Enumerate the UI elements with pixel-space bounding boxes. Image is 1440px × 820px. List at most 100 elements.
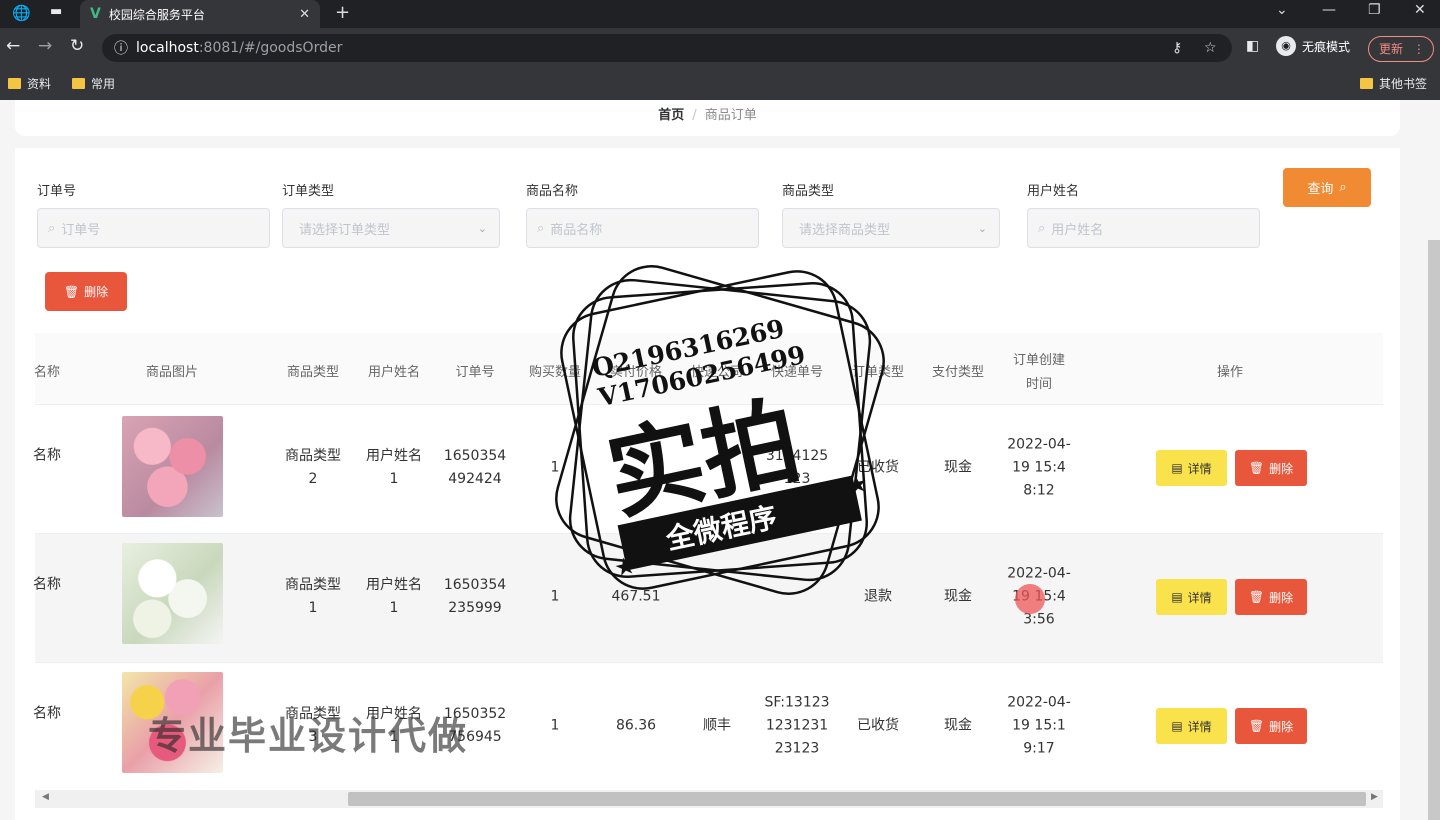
star-icon[interactable]: ☆ [1204,40,1217,56]
cell-order-no: 1650354235999 [443,577,507,616]
breadcrumb-separator: / [692,108,697,123]
incognito-indicator[interactable]: ◉ 无痕模式 [1276,36,1350,56]
doc-icon: ▤ [1171,719,1183,733]
cell-order-type: 已收货 [857,459,899,476]
close-window-icon[interactable]: ✕ [1414,2,1426,18]
folder-icon [72,78,85,89]
cell-created: 2022-04-19 15:48:12 [1007,436,1071,499]
tab-list-icon[interactable]: ▬ [50,4,62,19]
batch-delete-button[interactable]: 🗑 删除 [45,272,127,311]
order-no-placeholder: 订单号 [61,222,101,238]
bookmark-folder[interactable]: 常用 [72,75,115,92]
vertical-scrollbar[interactable] [1428,240,1440,820]
row-delete-button[interactable]: 🗑 删除 [1235,450,1307,486]
query-label: 查询 [1307,182,1334,197]
user-name-input[interactable]: ⌕ 用户姓名 [1027,208,1260,248]
th-user-name: 用户姓名 [367,365,421,380]
doc-icon: ▤ [1171,461,1183,475]
sidebar-icon[interactable]: ◧ [1246,38,1259,54]
cell-pay-type: 现金 [944,717,972,734]
cell-order-no: 1650352756945 [443,706,507,745]
cell-pay-type: 现金 [944,459,972,476]
th-express: 快递公司 [690,365,744,380]
horizontal-scroll-thumb[interactable] [348,792,1366,806]
bookmark-folder[interactable]: 资料 [8,75,51,92]
row-delete-label: 删除 [1269,590,1294,605]
row-delete-button[interactable]: 🗑 删除 [1235,579,1307,615]
back-icon[interactable]: ← [6,36,20,56]
order-no-label: 订单号 [37,184,77,199]
new-tab-icon[interactable]: + [335,2,350,23]
th-goods-type: 商品类型 [286,365,340,380]
th-name: 名称 [33,365,61,380]
order-type-select[interactable]: 请选择订单类型 ⌄ [282,208,500,248]
key-icon[interactable]: ⚷ [1172,40,1182,56]
browser-tab[interactable]: V 校园综合服务平台 ✕ [80,0,320,28]
other-bookmarks[interactable]: 其他书签 [1360,75,1427,92]
cell-tracking: 3124125123 [765,448,829,487]
detail-button[interactable]: ▤ 详情 [1156,450,1227,486]
cell-tracking: SF:13123123123123123 [764,694,830,757]
detail-button[interactable]: ▤ 详情 [1156,579,1227,615]
menu-dots-icon[interactable]: ⋮ [1413,42,1425,56]
scroll-left-icon[interactable]: ◀ [42,792,49,802]
incognito-label: 无痕模式 [1302,39,1351,54]
order-type-placeholder: 请选择订单类型 [299,222,391,238]
cell-qty: 1 [550,459,560,476]
bookmarks-bar: 资料 常用 其他书签 [0,68,1440,100]
detail-button[interactable]: ▤ 详情 [1156,708,1227,744]
breadcrumb-home[interactable]: 首页 [658,108,684,123]
goods-name-placeholder: 商品名称 [550,222,603,238]
cell-qty: 1 [550,588,560,605]
order-no-input[interactable]: ⌕ 订单号 [37,208,270,248]
th-pay-type: 支付类型 [931,365,985,380]
minimize-icon[interactable]: — [1322,2,1336,18]
bookmark-label: 常用 [91,77,116,91]
vue-logo-icon: V [90,6,101,22]
table-header: 名称 商品图片 商品类型 用户姓名 订单号 购买数量 实付价格 快递公司 快递单… [33,333,1383,405]
close-tab-icon[interactable]: ✕ [299,7,310,22]
reload-icon[interactable]: ↻ [70,36,84,56]
url-input[interactable]: ⓘ localhost:8081/#/goodsOrder ⚷ ☆ [102,34,1232,62]
cell-express: 顺丰 [703,717,731,734]
detail-label: 详情 [1187,590,1212,605]
order-type-label: 订单类型 [282,184,335,199]
cell-goods-type: 商品类型3 [285,706,341,745]
cell-price: 86.36 [615,717,657,734]
query-button[interactable]: 查询 ⌕ [1283,168,1371,207]
row-delete-button[interactable]: 🗑 删除 [1235,708,1307,744]
url-host: localhost [136,40,199,56]
trash-icon: 🗑 [1248,590,1265,604]
cell-qty: 1 [550,717,560,734]
goods-type-select[interactable]: 请选择商品类型 ⌄ [782,208,1000,248]
cell-user-name: 用户姓名1 [366,577,422,616]
forward-icon[interactable]: → [38,36,52,56]
trash-icon: 🗑 [1248,719,1265,733]
search-icon: ⌕ [537,220,545,236]
info-icon[interactable]: ⓘ [114,38,128,58]
restore-icon[interactable]: ❐ [1368,2,1381,18]
bookmark-label: 资料 [27,77,52,91]
url-path: :8081/#/goodsOrder [198,40,343,56]
th-order-no: 订单号 [455,365,495,380]
cell-name: 名称 [33,447,61,464]
table-row: 名称 商品类型1 用户姓名1 1650354235999 1 467.51 退款… [33,534,1383,663]
chevron-down-icon: ⌄ [477,221,487,235]
chevron-down-icon[interactable]: ⌄ [1276,2,1288,18]
update-button[interactable]: 更新 ⋮ [1368,36,1434,62]
cell-name: 名称 [33,576,61,593]
cell-goods-type: 商品类型2 [285,448,341,487]
goods-image [122,543,223,644]
globe-icon[interactable]: 🌐 [12,4,31,22]
search-icon: ⌕ [48,220,56,236]
cell-name: 名称 [33,705,61,722]
update-label: 更新 [1379,42,1404,56]
cell-user-name: 用户姓名1 [366,448,422,487]
scroll-right-icon[interactable]: ▶ [1371,792,1378,802]
cell-goods-type: 商品类型1 [285,577,341,616]
user-name-label: 用户姓名 [1027,184,1080,199]
other-bookmarks-label: 其他书签 [1379,77,1428,91]
cell-order-no: 1650354492424 [443,448,507,487]
trash-icon: 🗑 [1248,461,1265,475]
goods-name-input[interactable]: ⌕ 商品名称 [526,208,759,248]
